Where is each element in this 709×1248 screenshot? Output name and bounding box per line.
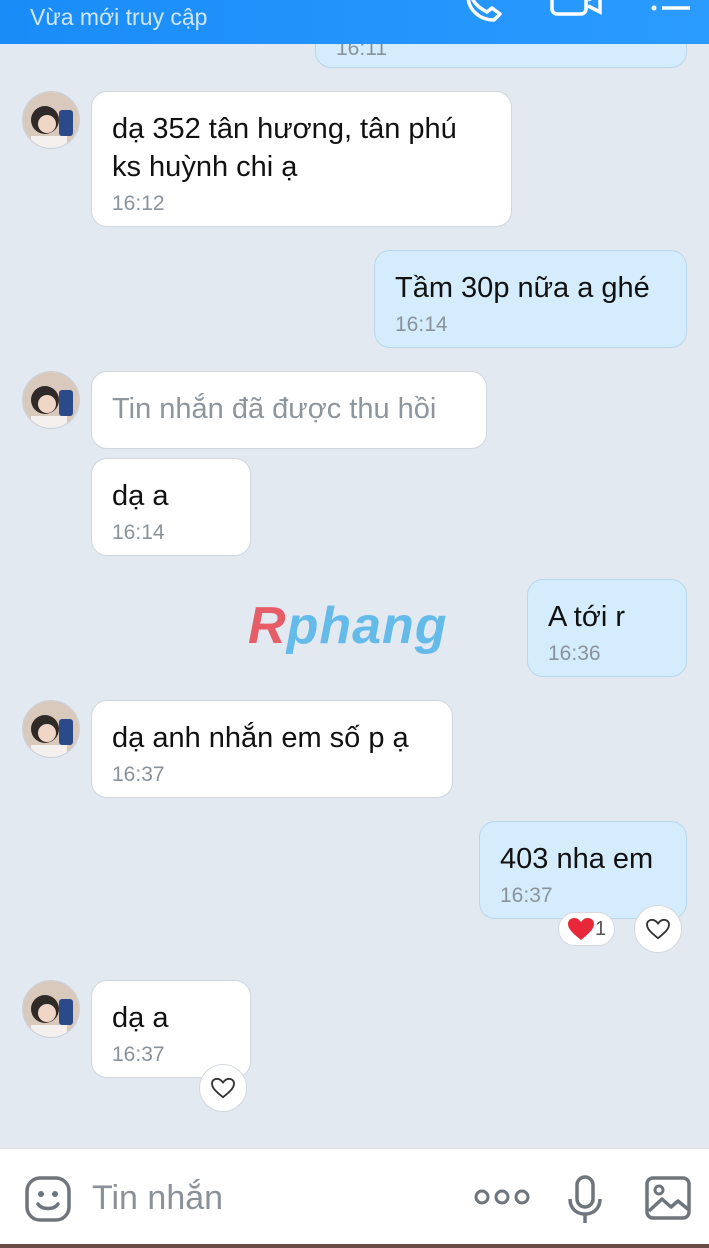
- message-time: 16:36: [548, 642, 601, 665]
- message-bubble-incoming[interactable]: dạ anh nhắn em số p ạ 16:37: [91, 700, 453, 798]
- message-bubble-outgoing[interactable]: Tầm 30p nữa a ghé 16:14: [374, 250, 687, 348]
- message-time: 16:14: [395, 313, 448, 336]
- message-text: dạ 352 tân hương, tân phú: [112, 113, 457, 145]
- emoji-icon[interactable]: [24, 1175, 72, 1228]
- message-bubble-incoming[interactable]: dạ a 16:37: [91, 980, 251, 1078]
- avatar[interactable]: [22, 371, 80, 429]
- reaction-count: 1: [595, 917, 607, 940]
- composer-bar: Tin nhắn: [0, 1148, 709, 1248]
- message-text: dạ a: [112, 480, 169, 512]
- message-list[interactable]: 16:11 dạ 352 tân hương, tân phú ks huỳnh…: [0, 44, 709, 1148]
- message-text: dạ a: [112, 1002, 169, 1034]
- watermark-logo: Rphang: [248, 596, 448, 656]
- bottom-edge: [0, 1244, 709, 1248]
- message-time: 16:12: [112, 192, 165, 215]
- heart-outline-icon: [211, 1077, 235, 1099]
- message-time: 16:37: [112, 763, 165, 786]
- menu-icon[interactable]: [648, 0, 694, 21]
- video-call-icon[interactable]: [550, 0, 606, 23]
- message-bubble-outgoing[interactable]: A tới r 16:36: [527, 579, 687, 677]
- microphone-icon[interactable]: [566, 1175, 604, 1230]
- heart-icon: [568, 918, 594, 940]
- message-text: A tới r: [548, 601, 626, 633]
- message-text: Tầm 30p nữa a ghé: [395, 272, 650, 304]
- message-bubble-incoming[interactable]: dạ a 16:14: [91, 458, 251, 556]
- message-text: Tin nhắn đã được thu hồi: [112, 393, 437, 425]
- message-bubble-incoming[interactable]: dạ 352 tân hương, tân phú ks huỳnh chi ạ…: [91, 91, 512, 227]
- react-button[interactable]: [634, 905, 682, 953]
- message-text: 403 nha em: [500, 843, 654, 875]
- react-button[interactable]: [199, 1064, 247, 1112]
- phone-icon[interactable]: [462, 0, 506, 29]
- watermark-text: phang: [286, 597, 448, 655]
- heart-outline-icon: [646, 918, 670, 940]
- avatar[interactable]: [22, 91, 80, 149]
- presence-status: Vừa mới truy cập: [30, 4, 208, 30]
- message-bubble-outgoing[interactable]: 16:11: [315, 44, 687, 68]
- recalled-message[interactable]: Tin nhắn đã được thu hồi: [91, 371, 487, 449]
- message-input[interactable]: Tin nhắn: [92, 1179, 223, 1218]
- image-icon[interactable]: [644, 1175, 692, 1226]
- message-time: 16:37: [112, 1043, 165, 1066]
- chat-header: Vừa mới truy cập: [0, 0, 709, 44]
- avatar[interactable]: [22, 700, 80, 758]
- message-time: 16:37: [500, 884, 553, 907]
- message-time: 16:11: [336, 44, 387, 60]
- message-time: 16:14: [112, 521, 165, 544]
- reaction-summary[interactable]: 1: [558, 912, 616, 946]
- more-icon[interactable]: [474, 1187, 530, 1212]
- watermark-initial: R: [248, 597, 287, 655]
- message-text: dạ anh nhắn em số p ạ: [112, 722, 409, 754]
- message-text: ks huỳnh chi ạ: [112, 151, 298, 183]
- avatar[interactable]: [22, 980, 80, 1038]
